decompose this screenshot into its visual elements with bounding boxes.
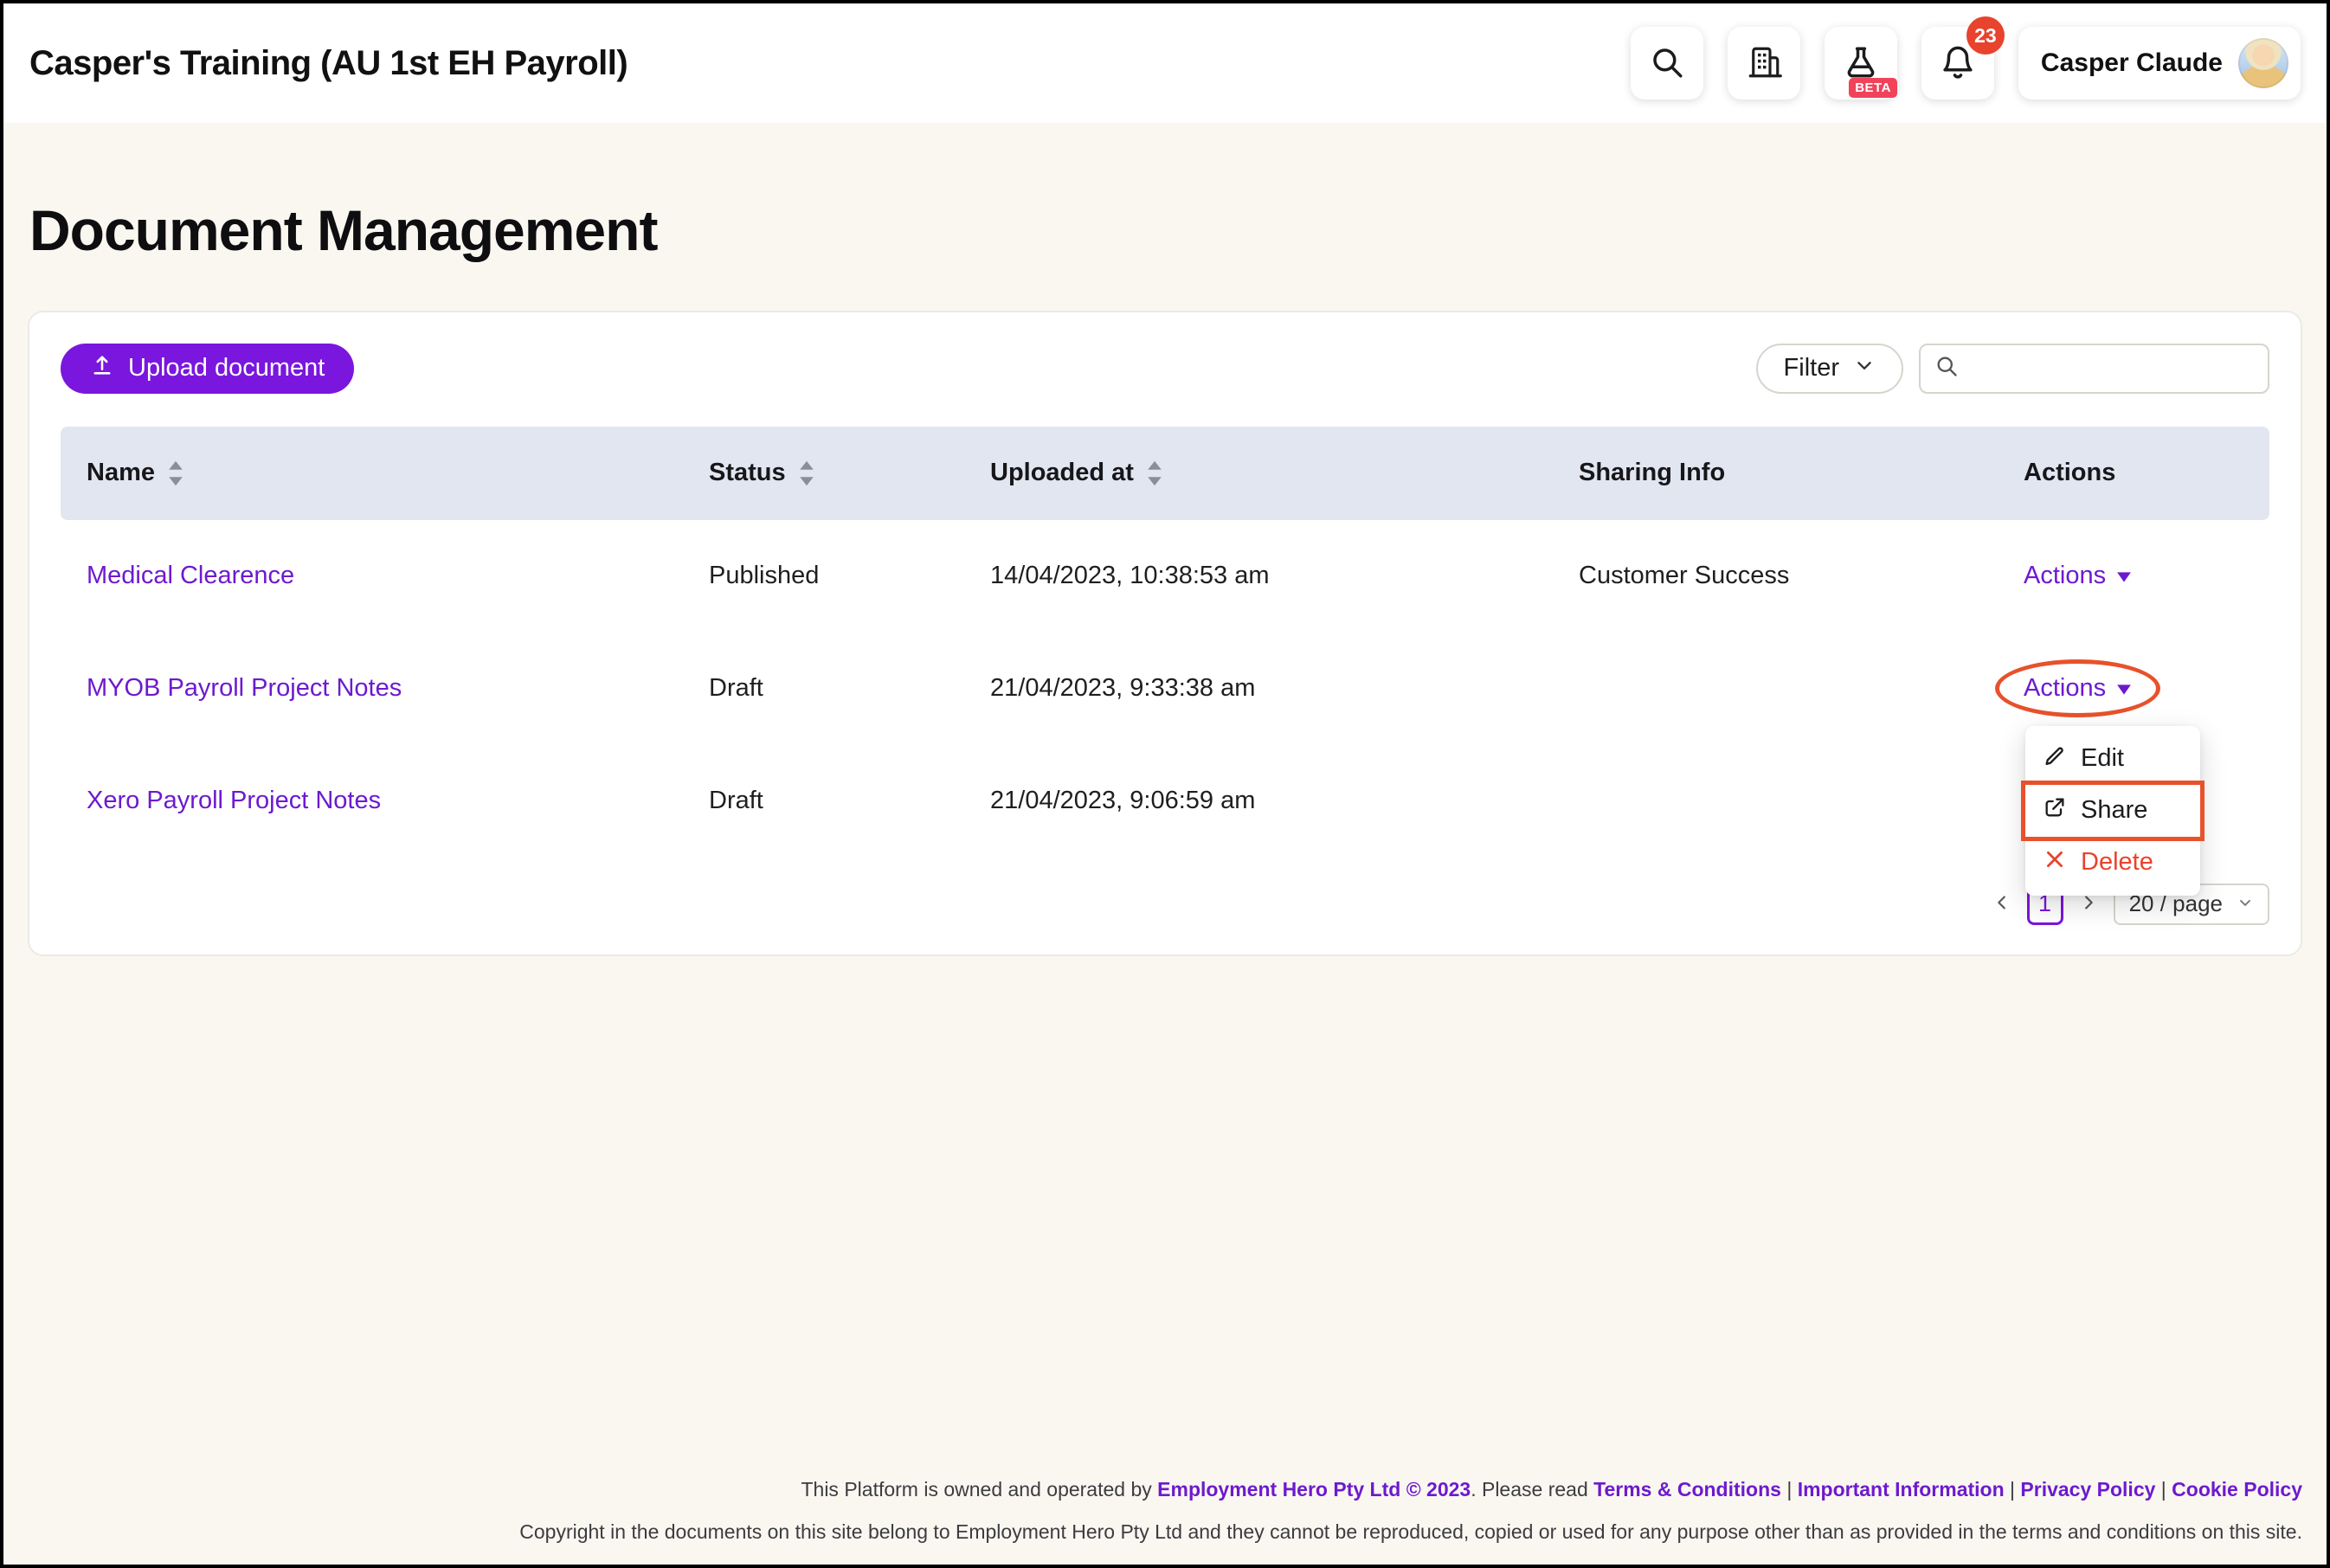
filter-button[interactable]: Filter xyxy=(1756,344,1903,394)
footer-separator: | xyxy=(2005,1478,2021,1501)
search-input[interactable] xyxy=(1969,355,2254,382)
avatar xyxy=(2238,38,2288,88)
menu-item-edit[interactable]: Edit xyxy=(2025,733,2200,785)
app-window: Casper's Training (AU 1st EH Payroll) xyxy=(0,0,2330,1568)
menu-item-label: Share xyxy=(2081,796,2147,825)
footer-link-cookie-policy[interactable]: Cookie Policy xyxy=(2172,1478,2302,1501)
upload-document-button[interactable]: Upload document xyxy=(61,344,354,394)
actions-annotation-ellipse: Actions xyxy=(1995,659,2160,717)
column-header-status[interactable]: Status xyxy=(709,459,990,488)
documents-card: Upload document Filter xyxy=(28,311,2302,956)
pagination: 1 20 / page xyxy=(61,884,2269,925)
search-icon xyxy=(1649,44,1685,83)
building-icon xyxy=(1746,44,1782,83)
column-header-name[interactable]: Name xyxy=(61,459,709,488)
table-row: Medical Clearence Published 14/04/2023, … xyxy=(61,520,2269,633)
footer-link-privacy-policy[interactable]: Privacy Policy xyxy=(2020,1478,2155,1501)
search-button[interactable] xyxy=(1631,27,1703,100)
status-cell: Published xyxy=(709,562,990,590)
chevron-down-icon xyxy=(2237,890,2254,917)
menu-item-delete[interactable]: Delete xyxy=(2025,837,2200,889)
footer-separator: | xyxy=(1781,1478,1798,1501)
uploaded-at-cell: 14/04/2023, 10:38:53 am xyxy=(990,562,1579,590)
uploaded-at-cell: 21/04/2023, 9:33:38 am xyxy=(990,674,1579,703)
previous-page-button[interactable] xyxy=(1992,893,2011,915)
footer: This Platform is owned and operated by E… xyxy=(28,1478,2302,1544)
footer-text: This Platform is owned and operated by xyxy=(801,1478,1157,1501)
beta-badge: BETA xyxy=(1849,78,1897,98)
chevron-down-icon xyxy=(1853,354,1876,383)
flask-icon xyxy=(1843,44,1879,83)
notification-count-badge: 23 xyxy=(1966,16,2005,55)
status-cell: Draft xyxy=(709,674,990,703)
caret-down-icon xyxy=(2116,674,2132,703)
org-title: Casper's Training (AU 1st EH Payroll) xyxy=(29,44,628,83)
table-row: MYOB Payroll Project Notes Draft 21/04/2… xyxy=(61,633,2269,745)
search-box xyxy=(1919,344,2269,394)
toolbar-right: Filter xyxy=(1756,344,2269,394)
close-icon xyxy=(2043,847,2067,878)
actions-dropdown-trigger[interactable]: Actions xyxy=(2024,562,2132,590)
organisations-button[interactable] xyxy=(1728,27,1800,100)
page-title: Document Management xyxy=(29,199,2301,262)
footer-link-important-information[interactable]: Important Information xyxy=(1798,1478,2005,1501)
filter-button-label: Filter xyxy=(1784,354,1839,382)
card-toolbar: Upload document Filter xyxy=(61,344,2269,394)
menu-item-label: Delete xyxy=(2081,848,2153,877)
pencil-icon xyxy=(2043,743,2067,774)
chevron-left-icon xyxy=(1992,893,2011,915)
footer-legal-line: This Platform is owned and operated by E… xyxy=(28,1478,2302,1501)
document-link[interactable]: Medical Clearence xyxy=(87,562,294,589)
caret-down-icon xyxy=(2116,562,2132,590)
search-icon xyxy=(1934,354,1959,382)
table-row: Xero Payroll Project Notes Draft 21/04/2… xyxy=(61,745,2269,858)
user-name: Casper Claude xyxy=(2041,48,2223,78)
user-menu-button[interactable]: Casper Claude xyxy=(2018,27,2301,100)
upload-icon xyxy=(90,353,114,384)
column-header-uploaded-at[interactable]: Uploaded at xyxy=(990,459,1579,488)
document-link[interactable]: Xero Payroll Project Notes xyxy=(87,787,381,814)
beta-features-button[interactable]: BETA xyxy=(1825,27,1897,100)
footer-link-terms[interactable]: Terms & Conditions xyxy=(1593,1478,1781,1501)
sharing-info-cell: Customer Success xyxy=(1579,562,2024,590)
chevron-right-icon xyxy=(2079,893,2098,915)
upload-button-label: Upload document xyxy=(128,354,325,382)
column-header-sharing-info: Sharing Info xyxy=(1579,459,2024,487)
notifications-button[interactable]: 23 xyxy=(1921,27,1994,100)
sort-icon xyxy=(1146,459,1163,488)
next-page-button[interactable] xyxy=(2079,893,2098,915)
sort-icon xyxy=(167,459,184,488)
footer-text: . Please read xyxy=(1471,1478,1593,1501)
menu-item-share[interactable]: Share xyxy=(2025,785,2200,837)
uploaded-at-cell: 21/04/2023, 9:06:59 am xyxy=(990,787,1579,815)
status-cell: Draft xyxy=(709,787,990,815)
bell-icon xyxy=(1940,44,1976,83)
footer-separator: | xyxy=(2155,1478,2172,1501)
actions-dropdown-trigger[interactable]: Actions xyxy=(2024,674,2132,703)
share-icon xyxy=(2043,795,2067,826)
document-link[interactable]: MYOB Payroll Project Notes xyxy=(87,674,402,702)
topbar: Casper's Training (AU 1st EH Payroll) xyxy=(3,3,2327,123)
menu-item-label: Edit xyxy=(2081,744,2124,773)
table-header-row: Name Status Uploaded at xyxy=(61,427,2269,520)
footer-link-employment-hero[interactable]: Employment Hero Pty Ltd © 2023 xyxy=(1157,1478,1471,1501)
topbar-actions: BETA 23 Casper Claude xyxy=(1631,27,2301,100)
documents-table: Name Status Uploaded at xyxy=(61,427,2269,858)
column-header-actions: Actions xyxy=(2024,459,2269,487)
footer-copyright-line: Copyright in the documents on this site … xyxy=(28,1520,2302,1544)
sort-icon xyxy=(798,459,815,488)
actions-dropdown-menu: Edit Share Delete xyxy=(2025,726,2200,896)
